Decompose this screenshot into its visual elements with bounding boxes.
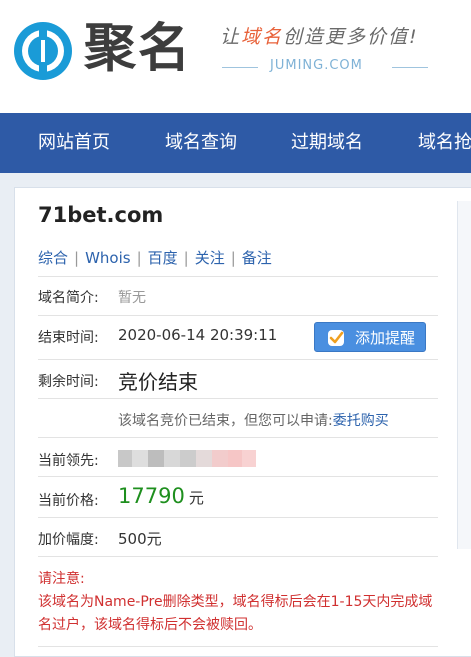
ended-note: 该域名竞价已结束，但您可以申请:委托购买 xyxy=(118,410,389,430)
juming-logo-icon[interactable] xyxy=(12,20,74,82)
remaining-time-value: 竞价结束 xyxy=(118,370,198,394)
remaining-time-label: 剩余时间: xyxy=(38,374,99,390)
ended-note-text: 该域名竞价已结束，但您可以申请: xyxy=(118,413,333,429)
add-reminder-label: 添加提醒 xyxy=(355,329,416,347)
link-follow[interactable]: 关注 xyxy=(195,249,225,267)
slogan-highlight: 域名 xyxy=(241,26,284,48)
brand-domain: JUMING.COM xyxy=(222,58,428,78)
logo-text[interactable]: 聚名 xyxy=(84,14,192,84)
site-header: 聚名 让域名创造更多价值! JUMING.COM xyxy=(0,0,471,113)
domain-title: 71bet.com xyxy=(38,203,164,227)
nav-item-expired-domains[interactable]: 过期域名 xyxy=(291,113,363,173)
end-time-value: 2020-06-14 20:39:11 xyxy=(118,326,278,344)
link-overview[interactable]: 综合 xyxy=(38,249,68,267)
nav-item-home[interactable]: 网站首页 xyxy=(38,113,110,173)
entrust-purchase-link[interactable]: 委托购买 xyxy=(333,413,389,429)
divider xyxy=(38,276,438,277)
link-baidu[interactable]: 百度 xyxy=(148,249,178,267)
slogan-suffix: 创造更多价值! xyxy=(283,26,419,48)
brand-domain-text: JUMING.COM xyxy=(270,58,363,73)
nav-item-domain-search[interactable]: 域名查询 xyxy=(165,113,237,173)
add-reminder-button[interactable]: 添加提醒 xyxy=(314,322,426,352)
divider xyxy=(38,556,438,557)
divider xyxy=(38,646,438,647)
end-time-label: 结束时间: xyxy=(38,330,99,346)
slogan-prefix: 让 xyxy=(220,26,242,48)
leader-name-redacted xyxy=(118,450,256,467)
warning-body: 该域名为Name-Pre删除类型，域名得标后会在1-15天内完成域名过户，该域名… xyxy=(38,594,433,633)
divider xyxy=(38,398,438,399)
divider xyxy=(38,517,438,518)
divider xyxy=(38,437,438,438)
intro-label: 域名简介: xyxy=(38,290,99,306)
separator: | xyxy=(230,249,236,267)
nav-item-domain-snap[interactable]: 域名抢 xyxy=(418,113,471,173)
divider xyxy=(38,359,438,360)
separator: | xyxy=(183,249,189,267)
divider xyxy=(392,67,428,68)
divider xyxy=(222,67,258,68)
price-unit: 元 xyxy=(188,489,204,507)
increment-value: 500元 xyxy=(118,530,162,548)
link-note[interactable]: 备注 xyxy=(242,249,272,267)
domain-links: 综合 | Whois | 百度 | 关注 | 备注 xyxy=(38,247,272,268)
current-price-value: 17790 xyxy=(118,484,185,508)
separator: | xyxy=(136,249,142,267)
warning-title: 请注意: xyxy=(38,571,85,587)
separator: | xyxy=(74,249,80,267)
current-leader-label: 当前领先: xyxy=(38,453,99,469)
divider xyxy=(38,476,438,477)
increment-label: 加价幅度: xyxy=(38,532,99,548)
current-price-label: 当前价格: xyxy=(38,493,99,509)
link-whois[interactable]: Whois xyxy=(85,249,131,267)
main-nav: 网站首页 域名查询 过期域名 域名抢 xyxy=(0,113,471,173)
slogan: 让域名创造更多价值! xyxy=(220,22,419,49)
side-panel-edge xyxy=(457,201,471,549)
divider xyxy=(38,315,438,316)
current-price: 17790 元 xyxy=(118,484,204,508)
intro-value: 暂无 xyxy=(118,290,146,306)
check-badge-icon xyxy=(328,330,344,346)
